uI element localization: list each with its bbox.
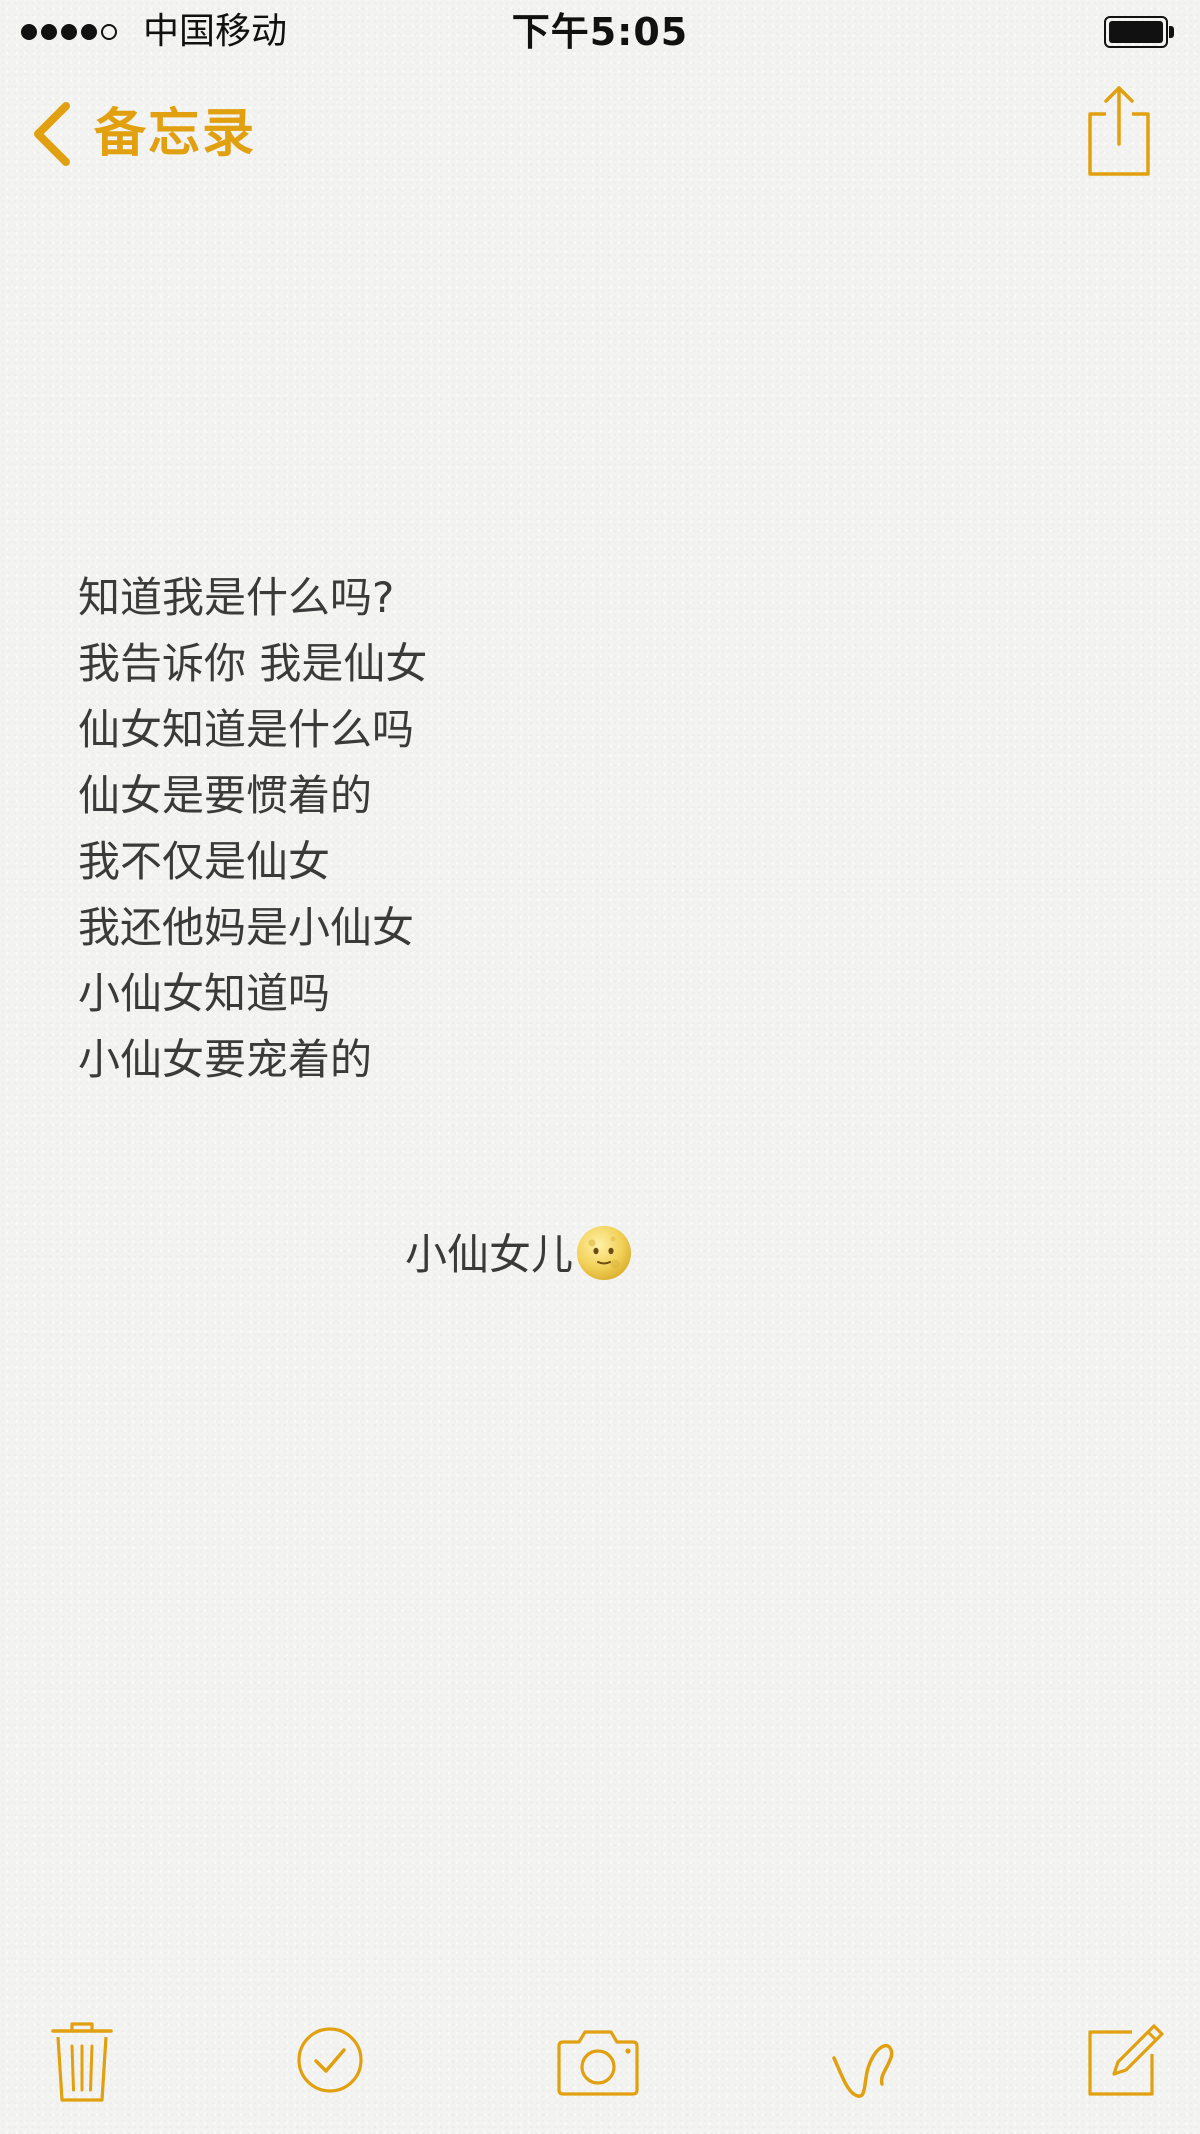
note-line: 仙女知道是什么吗	[78, 705, 415, 754]
sketch-button[interactable]	[828, 2024, 900, 2104]
share-button[interactable]	[1082, 84, 1156, 180]
note-line: 小仙女知道吗	[78, 969, 331, 1018]
bottom-toolbar	[0, 2010, 1200, 2120]
note-line: 我不仅是仙女	[78, 837, 331, 886]
share-icon	[1082, 86, 1156, 184]
new-moon-face-emoji	[575, 1224, 633, 1286]
note-line: 我还他妈是小仙女	[78, 903, 415, 952]
compose-icon	[1086, 2018, 1166, 2100]
trash-icon	[50, 2020, 114, 2106]
navigation-bar: 备忘录	[0, 66, 1200, 196]
back-button[interactable]: 备忘录	[30, 96, 256, 172]
status-bar: 中国移动 下午5:05	[0, 0, 1200, 66]
sketch-icon	[828, 2024, 900, 2104]
delete-button[interactable]	[50, 2020, 114, 2106]
status-time: 下午5:05	[511, 10, 689, 54]
back-button-label: 备忘录	[94, 104, 257, 164]
camera-button[interactable]	[553, 2028, 643, 2096]
signature-text: 小仙女儿	[405, 1230, 574, 1279]
checklist-icon	[296, 2026, 364, 2094]
chevron-left-icon	[30, 100, 74, 168]
note-line: 我告诉你 我是仙女	[78, 639, 428, 688]
note-line: 仙女是要惯着的	[78, 771, 373, 820]
note-text-area[interactable]: 知道我是什么吗? 我告诉你 我是仙女 仙女知道是什么吗 仙女是要惯着的 我不仅是…	[78, 565, 1078, 1093]
battery-icon	[1104, 16, 1176, 48]
compose-button[interactable]	[1086, 2018, 1166, 2100]
checklist-button[interactable]	[296, 2026, 364, 2094]
note-line: 知道我是什么吗?	[78, 573, 395, 622]
camera-icon	[553, 2028, 643, 2096]
note-line: 小仙女要宠着的	[78, 1035, 373, 1084]
note-signature: 小仙女儿	[405, 1222, 633, 1288]
